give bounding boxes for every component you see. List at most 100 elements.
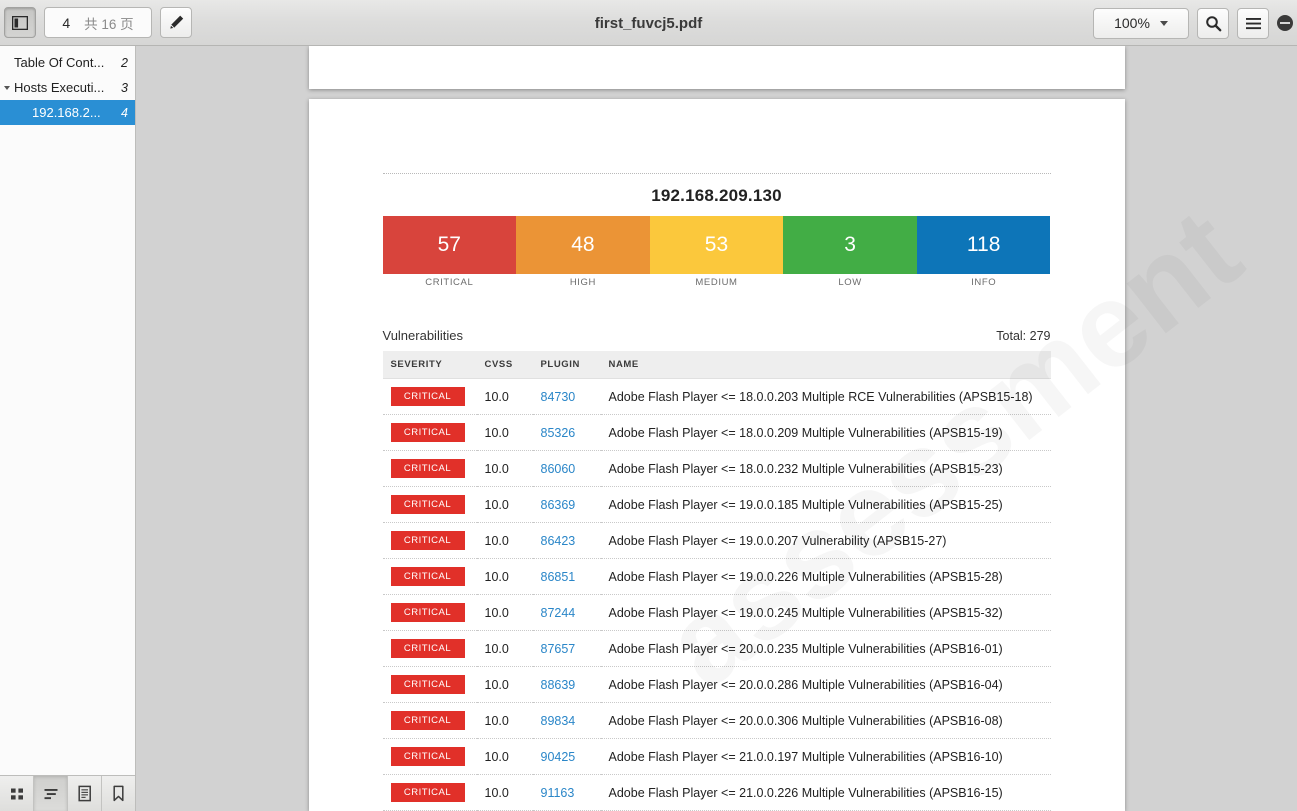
status-badge: CRITICAL bbox=[390, 567, 465, 586]
pdf-viewer-window: 4 共 16 页 first_fuvcj5.pdf 100% Table Of … bbox=[0, 0, 1297, 811]
table-row: CRITICAL 10.0 89834 Adobe Flash Player <= 2… bbox=[382, 702, 1051, 739]
table-row: CRITICAL 10.0 90425 Adobe Flash Player <= 2… bbox=[382, 738, 1051, 775]
search-icon bbox=[1205, 15, 1221, 31]
main-menu-button[interactable] bbox=[1237, 7, 1269, 39]
severity-count-critical: 57 bbox=[437, 233, 461, 256]
cell-name: Adobe Flash Player <= 18.0.0.203 Multipl… bbox=[600, 378, 1051, 415]
cell-plugin: 85326 bbox=[532, 414, 601, 451]
host-title: 192.168.209.130 bbox=[651, 186, 782, 205]
plugin-link[interactable]: 87244 bbox=[541, 606, 576, 620]
outline-item-page: 3 bbox=[121, 80, 128, 95]
cell-cvss: 10.0 bbox=[476, 378, 533, 415]
sidebar-tab-outline[interactable] bbox=[34, 776, 68, 811]
outline-expander-toggle[interactable] bbox=[0, 85, 14, 91]
outline-item-host-192-168-2[interactable]: 192.168.2... 4 bbox=[0, 100, 135, 125]
cell-plugin: 86423 bbox=[532, 522, 601, 559]
plugin-link[interactable]: 91163 bbox=[541, 786, 575, 800]
cell-severity: CRITICAL bbox=[382, 558, 477, 595]
cell-plugin: 84730 bbox=[532, 378, 601, 415]
edit-annotate-button[interactable] bbox=[160, 7, 192, 38]
sidebar-tab-thumbnails[interactable] bbox=[0, 776, 34, 811]
cell-cvss: 10.0 bbox=[476, 522, 533, 559]
grid-icon bbox=[10, 788, 23, 799]
plugin-link[interactable]: 86060 bbox=[541, 462, 576, 476]
current-page-value: 4 bbox=[62, 14, 71, 31]
plugin-link[interactable]: 86369 bbox=[541, 498, 576, 512]
plugin-link[interactable]: 89834 bbox=[541, 714, 576, 728]
table-row: CRITICAL 10.0 91163 Adobe Flash Player <= 2… bbox=[382, 774, 1051, 811]
severity-cell-medium: 53 bbox=[649, 216, 784, 274]
cell-severity: CRITICAL bbox=[382, 738, 477, 775]
cell-severity: CRITICAL bbox=[382, 378, 477, 415]
cell-cvss: 10.0 bbox=[476, 594, 533, 631]
cell-plugin: 86851 bbox=[532, 558, 601, 595]
outline-item-hosts-executive[interactable]: Hosts Executi... 3 bbox=[0, 75, 135, 100]
cell-plugin: 86060 bbox=[532, 450, 601, 487]
sidebar-toggle-button[interactable] bbox=[4, 7, 36, 38]
table-row: CRITICAL 10.0 86423 Adobe Flash Player <= 1… bbox=[382, 522, 1051, 559]
outline-list-icon bbox=[44, 788, 57, 799]
table-header-row: SEVERITY CVSS PLUGIN NAME bbox=[382, 351, 1051, 379]
status-badge: CRITICAL bbox=[390, 387, 465, 406]
plugin-link[interactable]: 86851 bbox=[541, 570, 576, 584]
minimize-button[interactable] bbox=[1277, 15, 1293, 31]
severity-count-info: 118 bbox=[966, 233, 1001, 256]
vulnerabilities-table: SEVERITY CVSS PLUGIN NAME CRITICAL 10.0 84… bbox=[382, 351, 1051, 811]
plugin-link[interactable]: 90425 bbox=[541, 750, 576, 764]
column-header-name: NAME bbox=[600, 351, 1051, 379]
search-button[interactable] bbox=[1197, 7, 1229, 39]
cell-cvss: 10.0 bbox=[476, 702, 533, 739]
document-view[interactable]: assessment 192.168.209.130 57 48 53 bbox=[136, 46, 1297, 811]
sidebar-tab-bookmarks[interactable] bbox=[102, 776, 135, 811]
cell-plugin: 88639 bbox=[532, 666, 601, 703]
cell-cvss: 10.0 bbox=[476, 738, 533, 775]
pencil-icon bbox=[169, 15, 183, 29]
status-badge: CRITICAL bbox=[390, 711, 465, 730]
severity-label-low: LOW bbox=[838, 277, 862, 288]
cell-cvss: 10.0 bbox=[476, 774, 533, 811]
outline-item-label: Hosts Executi... bbox=[14, 80, 105, 95]
cell-name: Adobe Flash Player <= 19.0.0.245 Multipl… bbox=[600, 594, 1051, 631]
table-row: CRITICAL 10.0 87244 Adobe Flash Player <= 1… bbox=[382, 594, 1051, 631]
cell-name: Adobe Flash Player <= 20.0.0.286 Multipl… bbox=[600, 666, 1051, 703]
triangle-expanded-icon bbox=[4, 85, 10, 90]
cell-plugin: 86369 bbox=[532, 486, 601, 523]
severity-label-info: INFO bbox=[971, 277, 997, 288]
vulnerabilities-section-header: Vulnerabilities Total: 279 bbox=[383, 328, 1051, 343]
sidebar-tab-annotations[interactable] bbox=[68, 776, 102, 811]
outline-item-page: 4 bbox=[121, 105, 128, 120]
bookmark-icon bbox=[113, 785, 124, 802]
cell-name: Adobe Flash Player <= 18.0.0.209 Multipl… bbox=[600, 414, 1051, 451]
sidebar-panel-icon bbox=[12, 15, 28, 30]
cell-cvss: 10.0 bbox=[476, 558, 533, 595]
table-header: SEVERITY CVSS PLUGIN NAME bbox=[382, 351, 1051, 379]
page-number-input[interactable]: 4 共 16 页 bbox=[44, 7, 152, 38]
cell-severity: CRITICAL bbox=[382, 486, 477, 523]
severity-label-high: HIGH bbox=[569, 277, 596, 288]
vulnerabilities-total: Total: 279 bbox=[996, 329, 1051, 343]
zoom-level-selector[interactable]: 100% bbox=[1093, 7, 1189, 39]
cell-name: Adobe Flash Player <= 20.0.0.306 Multipl… bbox=[600, 702, 1051, 739]
outline-item-label: Table Of Cont... bbox=[14, 55, 105, 70]
severity-cell-critical: 57 bbox=[382, 216, 517, 274]
table-row: CRITICAL 10.0 86369 Adobe Flash Player <= 1… bbox=[382, 486, 1051, 523]
table-row: CRITICAL 10.0 86851 Adobe Flash Player <= 1… bbox=[382, 558, 1051, 595]
plugin-link[interactable]: 88639 bbox=[541, 678, 576, 692]
status-badge: CRITICAL bbox=[390, 459, 465, 478]
cell-severity: CRITICAL bbox=[382, 594, 477, 631]
cell-name: Adobe Flash Player <= 19.0.0.185 Multipl… bbox=[600, 486, 1051, 523]
plugin-link[interactable]: 87657 bbox=[541, 642, 576, 656]
cell-name: Adobe Flash Player <= 19.0.0.207 Vulnera… bbox=[600, 522, 1051, 559]
plugin-link[interactable]: 86423 bbox=[541, 534, 576, 548]
outline-item-table-of-contents[interactable]: Table Of Cont... 2 bbox=[0, 50, 135, 75]
pdf-page-current: assessment 192.168.209.130 57 48 53 bbox=[308, 99, 1125, 811]
cell-severity: CRITICAL bbox=[382, 630, 477, 667]
cell-cvss: 10.0 bbox=[476, 666, 533, 703]
plugin-link[interactable]: 84730 bbox=[541, 390, 576, 404]
page-total-label: 共 16 页 bbox=[84, 16, 134, 32]
plugin-link[interactable]: 85326 bbox=[541, 426, 576, 440]
cell-cvss: 10.0 bbox=[476, 450, 533, 487]
cell-plugin: 89834 bbox=[532, 702, 601, 739]
outline-list: Table Of Cont... 2 Hosts Executi... 3 19… bbox=[0, 46, 135, 775]
status-badge: CRITICAL bbox=[390, 423, 465, 442]
